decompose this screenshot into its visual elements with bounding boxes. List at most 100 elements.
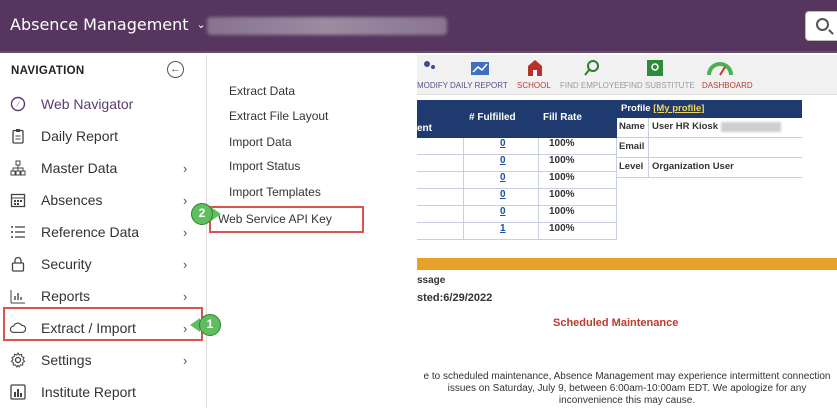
fulfilled-link[interactable]: 0 xyxy=(464,155,539,171)
nav-label: Reference Data xyxy=(41,224,140,240)
profile-row-level: Level Organization User xyxy=(617,158,802,178)
chevron-right-icon: › xyxy=(183,160,188,176)
gear-icon xyxy=(10,352,26,368)
nav-label: Settings xyxy=(41,352,92,368)
table-row: 0 100% xyxy=(417,189,617,206)
fill-rate: 100% xyxy=(539,189,617,205)
nav-item-absences[interactable]: Absences › xyxy=(0,184,207,216)
nav-label: Master Data xyxy=(41,160,118,176)
nav-item-master-data[interactable]: Master Data › xyxy=(0,152,207,184)
header-fulfilled: # Fulfilled xyxy=(469,112,516,123)
name-value: User HR Kiosk xyxy=(652,121,718,132)
redacted-name xyxy=(721,122,781,132)
my-profile-link[interactable]: [My profile] xyxy=(653,103,704,114)
dashboard-icon xyxy=(707,62,733,76)
fill-rate: 100% xyxy=(539,138,617,154)
top-bar: Absence Management ⌄ xyxy=(0,0,837,53)
table-row: 0 100% xyxy=(417,206,617,223)
app-toolbar: MODIFY DAILY REPORT SCHOOL FIND EMPLOYEE… xyxy=(417,55,837,95)
nav-item-settings[interactable]: Settings › xyxy=(0,344,207,376)
lock-icon xyxy=(10,256,26,272)
list-icon xyxy=(10,224,26,240)
submenu-import-data[interactable]: Import Data xyxy=(229,135,292,149)
profile-title: Profile xyxy=(621,103,651,114)
nav-label: Institute Report xyxy=(41,384,136,400)
navigation-panel: NAVIGATION ← Web Navigator Daily Report … xyxy=(0,55,207,408)
nav-item-web-navigator[interactable]: Web Navigator xyxy=(0,88,207,120)
org-chart-icon xyxy=(10,160,26,176)
bar-chart-icon xyxy=(10,288,26,304)
toolbar-school[interactable]: SCHOOL xyxy=(517,81,551,90)
table-row: 0 100% xyxy=(417,155,617,172)
profile-panel: Profile [My profile] Name User HR Kiosk … xyxy=(617,100,802,178)
nav-label: Web Navigator xyxy=(41,96,134,112)
search-button[interactable] xyxy=(805,11,837,41)
name-label: Name xyxy=(617,118,649,137)
chevron-right-icon: › xyxy=(183,352,188,368)
api-key-highlight xyxy=(209,206,364,233)
level-label: Level xyxy=(617,158,649,177)
nav-label: Absences xyxy=(41,192,103,208)
fill-table-header: ent # Fulfilled Fill Rate xyxy=(417,100,617,138)
table-row: 1 100% xyxy=(417,223,617,240)
submenu-extract-data[interactable]: Extract Data xyxy=(229,84,295,98)
header-fill-rate: Fill Rate xyxy=(543,112,582,123)
collapse-nav-icon[interactable]: ← xyxy=(167,61,184,78)
submenu-import-status[interactable]: Import Status xyxy=(229,159,300,173)
fill-rate: 100% xyxy=(539,155,617,171)
find-substitute-icon xyxy=(647,60,663,76)
fulfilled-link[interactable]: 1 xyxy=(464,223,539,239)
nav-header: NAVIGATION xyxy=(11,65,85,77)
submenu-extract-file-layout[interactable]: Extract File Layout xyxy=(229,109,328,123)
table-row: 0 100% xyxy=(417,138,617,155)
nav-item-daily-report[interactable]: Daily Report xyxy=(0,120,207,152)
chevron-right-icon: › xyxy=(183,224,188,240)
profile-header: Profile [My profile] xyxy=(617,100,802,118)
clipboard-icon xyxy=(10,128,26,144)
header-ent: ent xyxy=(417,123,432,134)
email-label: Email xyxy=(617,138,649,157)
nav-item-institute-report[interactable]: Institute Report xyxy=(0,376,207,408)
fill-table: 0 100% 0 100% 0 100% 0 100% 0 100% 1 100% xyxy=(417,138,617,240)
search-icon xyxy=(816,18,829,31)
nav-label: Daily Report xyxy=(41,128,119,144)
chevron-right-icon: › xyxy=(183,192,188,208)
table-row: 0 100% xyxy=(417,172,617,189)
maintenance-title: Scheduled Maintenance xyxy=(553,317,679,329)
fulfilled-link[interactable]: 0 xyxy=(464,189,539,205)
redacted-org-name xyxy=(207,17,447,35)
profile-row-email: Email xyxy=(617,138,802,158)
chevron-right-icon: › xyxy=(183,256,188,272)
toolbar-dashboard[interactable]: DASHBOARD xyxy=(702,81,753,90)
fill-rate: 100% xyxy=(539,172,617,188)
toolbar-modify[interactable]: MODIFY xyxy=(417,81,448,90)
nav-item-security[interactable]: Security › xyxy=(0,248,207,280)
app-switcher[interactable]: Absence Management ⌄ xyxy=(10,15,206,34)
profile-row-name: Name User HR Kiosk xyxy=(617,118,802,138)
fulfilled-link[interactable]: 0 xyxy=(464,138,539,154)
main-content: MODIFY DAILY REPORT SCHOOL FIND EMPLOYEE… xyxy=(417,55,837,408)
fill-rate: 100% xyxy=(539,206,617,222)
modify-icon xyxy=(424,61,435,69)
callout-2-badge: 2 xyxy=(191,203,213,225)
nav-label: Reports xyxy=(41,288,91,304)
extract-import-highlight xyxy=(3,307,203,341)
message-label: ssage xyxy=(417,275,446,286)
nav-label: Security xyxy=(41,256,92,272)
fill-rate: 100% xyxy=(539,223,617,239)
app-title: Absence Management xyxy=(10,15,189,34)
level-value: Organization User xyxy=(652,161,734,172)
school-icon xyxy=(528,60,542,76)
maintenance-text: e to scheduled maintenance, Absence Mana… xyxy=(423,371,831,406)
nav-item-reference-data[interactable]: Reference Data › xyxy=(0,216,207,248)
fulfilled-link[interactable]: 0 xyxy=(464,206,539,222)
toolbar-find-employee[interactable]: FIND EMPLOYEE xyxy=(560,81,625,90)
submenu-import-templates[interactable]: Import Templates xyxy=(229,185,321,199)
fulfilled-link[interactable]: 0 xyxy=(464,172,539,188)
section-divider xyxy=(417,258,837,270)
compass-icon xyxy=(10,96,26,112)
toolbar-daily-report[interactable]: DAILY REPORT xyxy=(450,81,508,90)
calendar-icon xyxy=(10,192,26,208)
toolbar-find-substitute[interactable]: FIND SUBSTITUTE xyxy=(624,81,695,90)
chevron-right-icon: › xyxy=(183,288,188,304)
